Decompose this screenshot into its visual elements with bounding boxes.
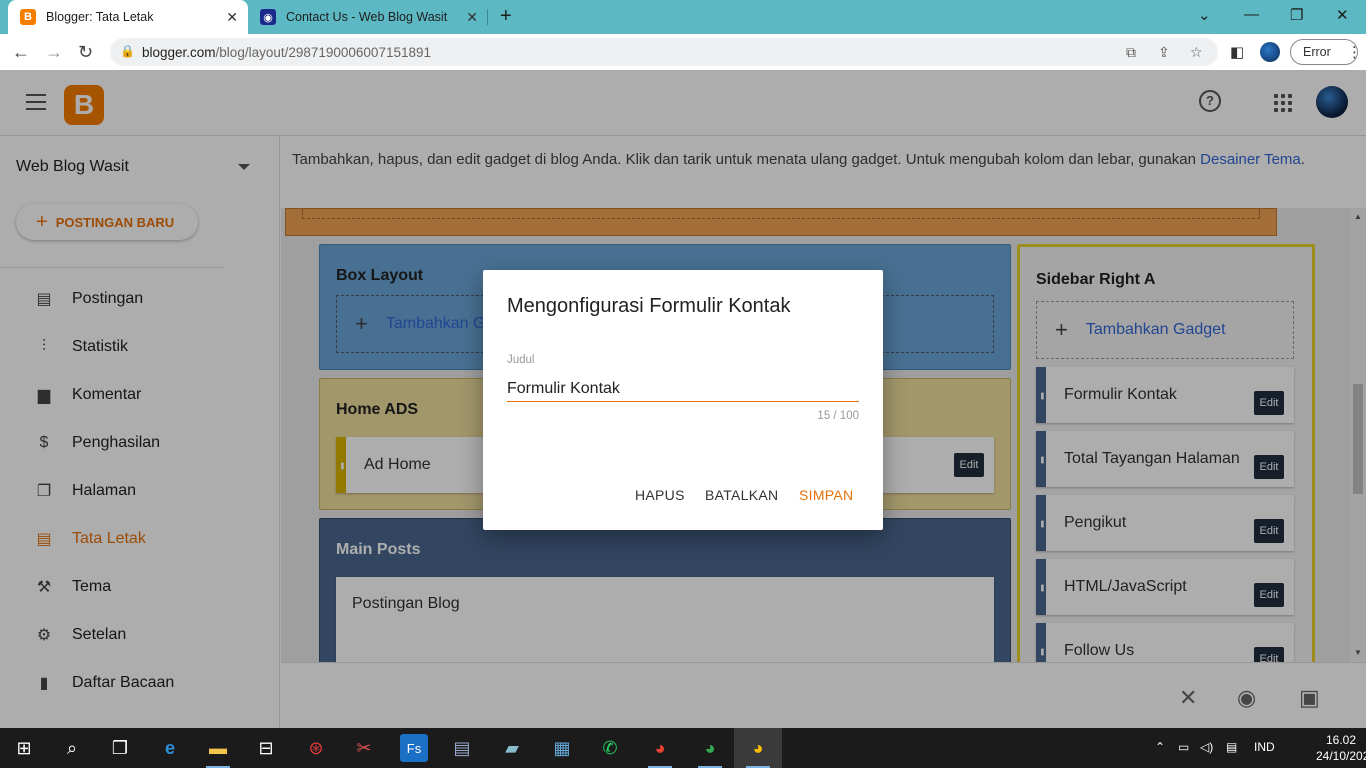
tab-blogger[interactable]: B Blogger: Tata Letak ✕ <box>8 0 248 34</box>
side-panel-icon[interactable]: ◧ <box>1230 43 1244 61</box>
lock-icon[interactable]: 🔒 <box>120 44 135 58</box>
app-red-icon[interactable]: ⊛ <box>302 734 330 762</box>
system-clock[interactable]: 16.02 24/10/2022 <box>1316 732 1366 764</box>
chrome-active-icon[interactable]: ◕ <box>744 734 772 768</box>
app-tool-icon[interactable]: ✂ <box>350 734 378 762</box>
url-omnibox[interactable]: 🔒 blogger.com/blog/layout/29871900060071… <box>110 38 1218 66</box>
profile-avatar[interactable] <box>1260 42 1280 62</box>
file-explorer-icon[interactable]: ▬ <box>204 734 232 768</box>
tab-separator <box>487 9 488 25</box>
char-counter: 15 / 100 <box>817 410 859 422</box>
windows-taskbar: ⊞ ⌕ ❐ e ▬ ⊟ ⊛ ✂ Fs ▤ ▰ ▦ ✆ ◕ ◕ ◕ ⌃ ▭ ◁) … <box>0 728 1366 768</box>
close-tab-icon[interactable]: ✕ <box>226 9 238 26</box>
url-text: blogger.com/blog/layout/2987190006007151… <box>142 45 431 60</box>
new-tab-button[interactable]: + <box>500 5 512 28</box>
windows-start-icon[interactable]: ⊞ <box>10 734 38 762</box>
faststone-icon[interactable]: Fs <box>400 734 428 762</box>
store-icon[interactable]: ⊟ <box>252 734 280 762</box>
restore-icon[interactable]: ❐ <box>1290 6 1303 24</box>
delete-button[interactable]: HAPUS <box>635 487 685 503</box>
notification-icon[interactable]: ▤ <box>1226 740 1237 754</box>
tab-title: Contact Us - Web Blog Wasit <box>286 10 448 24</box>
notes-icon[interactable]: ▰ <box>498 734 526 762</box>
computer-icon[interactable]: ▤ <box>448 734 476 762</box>
back-arrow-icon[interactable]: ← <box>12 42 30 63</box>
search-icon[interactable]: ⌕ <box>58 734 86 762</box>
whatsapp-icon[interactable]: ✆ <box>596 734 624 762</box>
share-icon[interactable]: ⇪ <box>1158 44 1170 61</box>
close-tab-icon[interactable]: ✕ <box>466 9 478 26</box>
language-indicator[interactable]: IND <box>1254 740 1275 754</box>
chrome-icon[interactable]: ◕ <box>646 734 674 768</box>
browser-tab-bar: B Blogger: Tata Letak ✕ ◉ Contact Us - W… <box>0 0 1366 34</box>
tab-search-chevron-icon[interactable]: ⌄ <box>1198 6 1211 24</box>
title-field-label: Judul <box>507 354 535 366</box>
translate-icon[interactable]: ⧉ <box>1126 44 1136 61</box>
network-icon[interactable]: ▭ <box>1178 740 1189 754</box>
minimize-icon[interactable]: — <box>1244 6 1259 23</box>
save-button[interactable]: SIMPAN <box>799 487 853 503</box>
chrome-menu-icon[interactable]: ⋮ <box>1347 43 1362 61</box>
tray-chevron-icon[interactable]: ⌃ <box>1155 740 1165 754</box>
tab-title: Blogger: Tata Letak <box>46 10 154 24</box>
task-view-icon[interactable]: ❐ <box>106 734 134 762</box>
configure-contact-form-dialog: Mengonfigurasi Formulir Kontak Judul 15 … <box>483 270 883 530</box>
reload-icon[interactable]: ↻ <box>78 42 93 63</box>
bookmark-star-icon[interactable]: ☆ <box>1190 44 1203 61</box>
address-toolbar: ← → ↻ 🔒 blogger.com/blog/layout/29871900… <box>0 34 1366 70</box>
title-input[interactable] <box>507 376 859 402</box>
forward-arrow-icon[interactable]: → <box>45 42 63 63</box>
dialog-title: Mengonfigurasi Formulir Kontak <box>507 295 791 317</box>
cancel-button[interactable]: BATALKAN <box>705 487 778 503</box>
volume-icon[interactable]: ◁) <box>1200 740 1213 754</box>
close-window-icon[interactable]: ✕ <box>1336 6 1349 24</box>
chrome-profile-icon[interactable]: ◕ <box>696 734 724 768</box>
tab-contact-us[interactable]: ◉ Contact Us - Web Blog Wasit ✕ <box>248 0 488 34</box>
site-favicon-icon: ◉ <box>260 9 276 25</box>
edge-icon[interactable]: e <box>156 734 184 762</box>
control-panel-icon[interactable]: ▦ <box>548 734 576 762</box>
blogger-favicon-icon: B <box>20 9 36 25</box>
